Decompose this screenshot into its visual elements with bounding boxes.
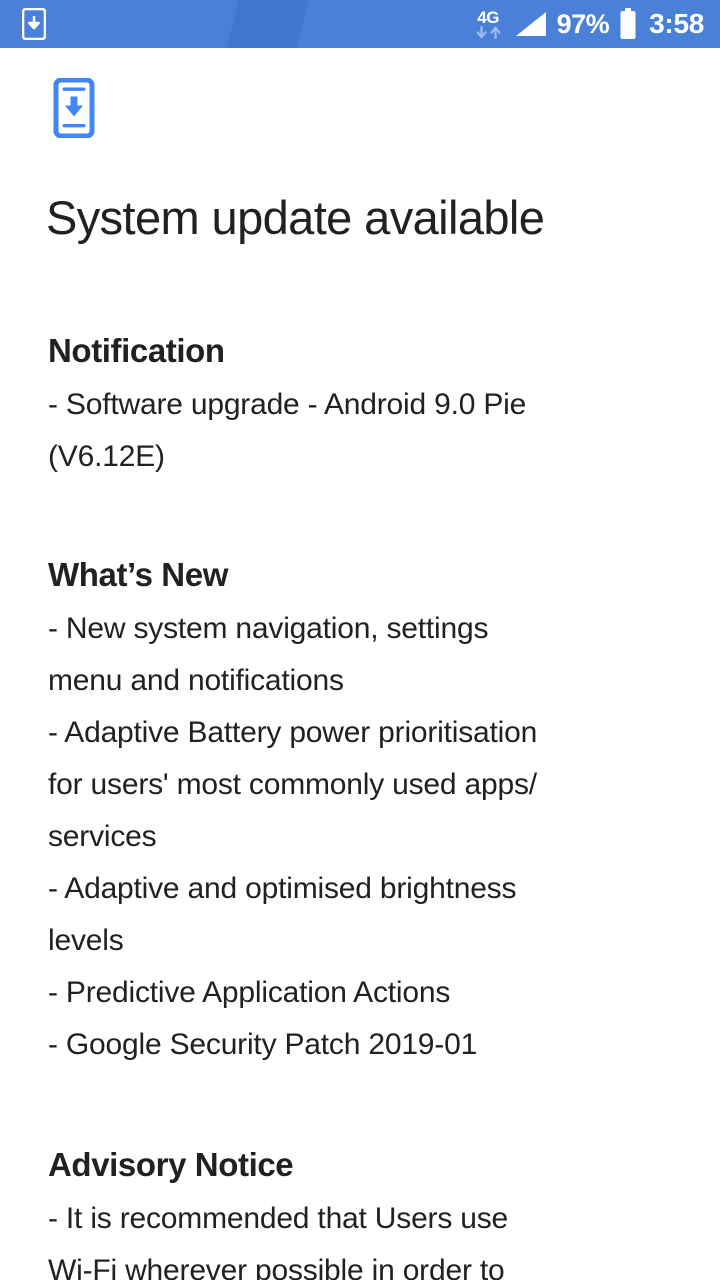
phone-download-icon bbox=[48, 78, 690, 138]
whats-new-line: for users' most commonly used apps/ bbox=[48, 768, 537, 801]
section-advisory-notice: Advisory Notice - It is recommended that… bbox=[48, 1145, 690, 1280]
section-whats-new: What’s New - New system navigation, sett… bbox=[48, 555, 690, 1071]
whats-new-line: - Predictive Application Actions bbox=[48, 976, 451, 1009]
notification-line: - Software upgrade - Android 9.0 Pie bbox=[48, 388, 527, 421]
status-bar: 4G 97% 3:58 bbox=[0, 0, 720, 48]
whats-new-line: menu and notifications bbox=[48, 664, 344, 697]
status-bar-clock: 3:58 bbox=[649, 8, 704, 39]
whats-new-line: - Adaptive and optimised brightness bbox=[48, 872, 517, 905]
advisory-line: - It is recommended that Users use bbox=[48, 1202, 509, 1235]
battery-full-icon bbox=[619, 8, 637, 40]
page-title: System update available bbox=[46, 191, 545, 244]
section-heading-notification: Notification bbox=[48, 332, 225, 369]
section-heading-advisory-notice: Advisory Notice bbox=[48, 1146, 294, 1183]
notification-line: (V6.12E) bbox=[48, 440, 165, 473]
whats-new-line: - New system navigation, settings bbox=[48, 612, 489, 645]
network-traffic-arrows-icon bbox=[476, 26, 501, 39]
whats-new-line: - Google Security Patch 2019-01 bbox=[48, 1028, 478, 1061]
app-icon-container bbox=[48, 48, 690, 142]
whats-new-line: - Adaptive Battery power prioritisation bbox=[48, 716, 538, 749]
whats-new-line: levels bbox=[48, 924, 124, 957]
status-bar-right-icons: 4G 97% 3:58 bbox=[476, 8, 720, 40]
section-heading-whats-new: What’s New bbox=[48, 556, 228, 593]
signal-bars-icon bbox=[513, 10, 547, 38]
battery-percentage-label: 97% bbox=[556, 9, 610, 39]
whats-new-line: services bbox=[48, 820, 157, 853]
network-type-indicator: 4G bbox=[476, 9, 501, 39]
status-bar-left-icons bbox=[0, 8, 476, 40]
advisory-line: Wi-Fi wherever possible in order to bbox=[48, 1254, 505, 1280]
system-update-download-icon bbox=[22, 8, 46, 40]
update-details-content: System update available Notification - S… bbox=[0, 48, 720, 1280]
screen: 4G 97% 3:58 System update available Noti… bbox=[0, 0, 720, 1280]
section-notification: Notification - Software upgrade - Androi… bbox=[48, 331, 690, 483]
network-type-label: 4G bbox=[477, 8, 499, 27]
